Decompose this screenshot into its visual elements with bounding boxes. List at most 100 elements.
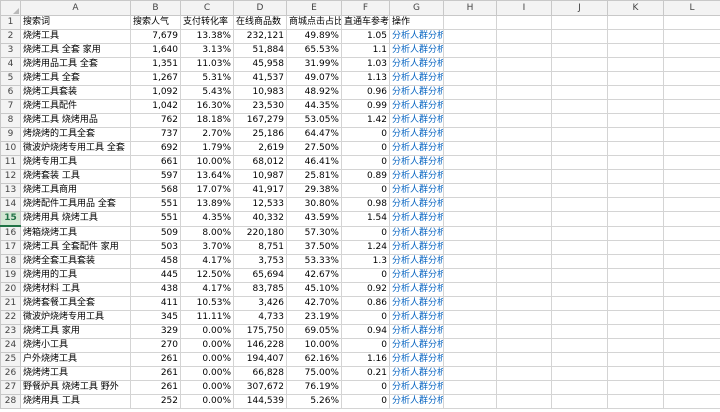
analysis-link-cell[interactable]: 分析人群分析 bbox=[389, 366, 444, 381]
empty-cell[interactable] bbox=[443, 240, 497, 255]
keyword-cell[interactable]: 烧烤用的工具 bbox=[20, 268, 131, 283]
value-cell[interactable]: 175,750 bbox=[233, 324, 287, 339]
row-header[interactable]: 16 bbox=[0, 225, 21, 241]
empty-cell[interactable] bbox=[663, 155, 720, 170]
row-header[interactable]: 2 bbox=[0, 29, 21, 44]
empty-cell[interactable] bbox=[663, 225, 720, 241]
value-cell[interactable]: 0.96 bbox=[341, 85, 390, 100]
empty-cell[interactable] bbox=[607, 338, 664, 353]
value-cell[interactable]: 68,012 bbox=[233, 155, 287, 170]
empty-cell[interactable] bbox=[496, 338, 552, 353]
value-cell[interactable]: 1,042 bbox=[130, 99, 181, 114]
row-header[interactable]: 21 bbox=[0, 296, 21, 311]
value-cell[interactable]: 42.70% bbox=[286, 296, 342, 311]
empty-cell[interactable] bbox=[663, 43, 720, 58]
row-header[interactable]: 23 bbox=[0, 324, 21, 339]
empty-cell[interactable] bbox=[443, 141, 497, 156]
value-cell[interactable]: 1,267 bbox=[130, 71, 181, 86]
value-cell[interactable]: 4.17% bbox=[180, 282, 234, 297]
value-cell[interactable]: 66,828 bbox=[233, 366, 287, 381]
empty-cell[interactable] bbox=[496, 324, 552, 339]
value-cell[interactable]: 10,987 bbox=[233, 169, 287, 184]
empty-cell[interactable] bbox=[443, 310, 497, 325]
value-cell[interactable]: 261 bbox=[130, 366, 181, 381]
value-cell[interactable]: 41,917 bbox=[233, 183, 287, 198]
value-cell[interactable]: 0 bbox=[341, 394, 390, 409]
empty-cell[interactable] bbox=[551, 324, 608, 339]
empty-cell[interactable] bbox=[443, 43, 497, 58]
empty-cell[interactable] bbox=[663, 29, 720, 44]
row-header[interactable]: 7 bbox=[0, 99, 21, 114]
keyword-cell[interactable]: 烧烤小工具 bbox=[20, 338, 131, 353]
empty-cell[interactable] bbox=[663, 366, 720, 381]
empty-cell[interactable] bbox=[663, 282, 720, 297]
value-cell[interactable]: 25,186 bbox=[233, 127, 287, 142]
value-cell[interactable]: 64.47% bbox=[286, 127, 342, 142]
header-cell[interactable]: 商城点击占比 bbox=[286, 15, 342, 30]
value-cell[interactable]: 4,733 bbox=[233, 310, 287, 325]
empty-cell[interactable] bbox=[496, 282, 552, 297]
empty-cell[interactable] bbox=[663, 380, 720, 395]
empty-cell[interactable] bbox=[496, 71, 552, 86]
value-cell[interactable]: 5.26% bbox=[286, 394, 342, 409]
value-cell[interactable]: 3.13% bbox=[180, 43, 234, 58]
header-cell[interactable]: 搜索人气 bbox=[130, 15, 181, 30]
empty-cell[interactable] bbox=[443, 394, 497, 409]
value-cell[interactable]: 37.50% bbox=[286, 240, 342, 255]
row-header[interactable]: 26 bbox=[0, 366, 21, 381]
value-cell[interactable]: 57.30% bbox=[286, 225, 342, 241]
value-cell[interactable]: 1.42 bbox=[341, 113, 390, 128]
value-cell[interactable]: 167,279 bbox=[233, 113, 287, 128]
row-header[interactable]: 9 bbox=[0, 127, 21, 142]
row-header[interactable]: 15 bbox=[0, 211, 21, 227]
empty-cell[interactable] bbox=[607, 211, 664, 227]
empty-cell[interactable] bbox=[663, 71, 720, 86]
empty-cell[interactable] bbox=[443, 352, 497, 367]
value-cell[interactable]: 1.03 bbox=[341, 57, 390, 72]
analysis-link-cell[interactable]: 分析人群分析 bbox=[389, 85, 444, 100]
value-cell[interactable]: 23,530 bbox=[233, 99, 287, 114]
empty-cell[interactable] bbox=[551, 254, 608, 269]
value-cell[interactable]: 8.00% bbox=[180, 225, 234, 241]
empty-cell[interactable] bbox=[496, 296, 552, 311]
empty-cell[interactable] bbox=[551, 197, 608, 212]
empty-cell[interactable] bbox=[551, 57, 608, 72]
row-header[interactable]: 17 bbox=[0, 240, 21, 255]
value-cell[interactable]: 5.43% bbox=[180, 85, 234, 100]
empty-cell[interactable] bbox=[607, 29, 664, 44]
empty-cell[interactable] bbox=[443, 57, 497, 72]
value-cell[interactable]: 10.53% bbox=[180, 296, 234, 311]
value-cell[interactable]: 144,539 bbox=[233, 394, 287, 409]
keyword-cell[interactable]: 烧烤工具套装 bbox=[20, 85, 131, 100]
value-cell[interactable]: 16.30% bbox=[180, 99, 234, 114]
empty-cell[interactable] bbox=[551, 71, 608, 86]
value-cell[interactable]: 13.38% bbox=[180, 29, 234, 44]
empty-cell[interactable] bbox=[551, 85, 608, 100]
value-cell[interactable]: 51,884 bbox=[233, 43, 287, 58]
column-header-b[interactable]: B bbox=[130, 0, 181, 16]
analysis-link-cell[interactable]: 分析人群分析 bbox=[389, 338, 444, 353]
empty-cell[interactable] bbox=[443, 15, 497, 30]
value-cell[interactable]: 0.98 bbox=[341, 197, 390, 212]
value-cell[interactable]: 65.53% bbox=[286, 43, 342, 58]
column-header-d[interactable]: D bbox=[233, 0, 287, 16]
value-cell[interactable]: 0 bbox=[341, 127, 390, 142]
keyword-cell[interactable]: 烧烤工具配件 bbox=[20, 99, 131, 114]
value-cell[interactable]: 307,672 bbox=[233, 380, 287, 395]
analysis-link-cell[interactable]: 分析人群分析 bbox=[389, 113, 444, 128]
empty-cell[interactable] bbox=[443, 366, 497, 381]
keyword-cell[interactable]: 烧烤用具 烧烤工具 bbox=[20, 211, 131, 227]
empty-cell[interactable] bbox=[443, 225, 497, 241]
header-cell[interactable]: 搜索词 bbox=[20, 15, 131, 30]
row-header[interactable]: 5 bbox=[0, 71, 21, 86]
value-cell[interactable]: 10,983 bbox=[233, 85, 287, 100]
analysis-link-cell[interactable]: 分析人群分析 bbox=[389, 29, 444, 44]
keyword-cell[interactable]: 烧烤用品工具 全套 bbox=[20, 57, 131, 72]
empty-cell[interactable] bbox=[607, 113, 664, 128]
keyword-cell[interactable]: 微波炉烧烤专用工具 bbox=[20, 310, 131, 325]
empty-cell[interactable] bbox=[551, 380, 608, 395]
value-cell[interactable]: 329 bbox=[130, 324, 181, 339]
empty-cell[interactable] bbox=[496, 43, 552, 58]
value-cell[interactable]: 438 bbox=[130, 282, 181, 297]
empty-cell[interactable] bbox=[663, 211, 720, 227]
